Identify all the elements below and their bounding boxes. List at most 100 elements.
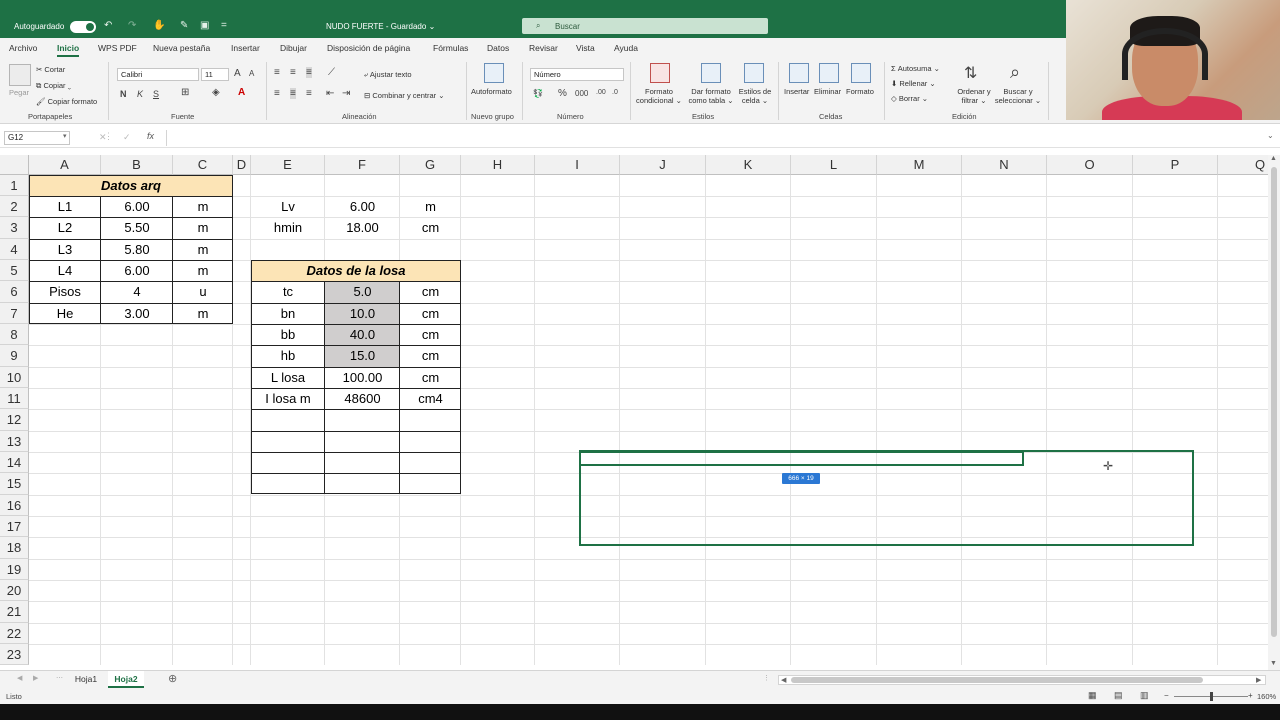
row-header-16[interactable]: 16 — [0, 495, 29, 516]
row-header-2[interactable]: 2 — [0, 196, 29, 217]
cell-styles-button[interactable]: Estilos de celda ⌄ — [737, 87, 773, 105]
grow-font-icon[interactable]: A — [234, 68, 241, 79]
cell-styles-icon[interactable] — [744, 63, 764, 83]
column-header-o[interactable]: O — [1047, 155, 1133, 175]
customize-qat-icon[interactable]: = — [221, 20, 227, 31]
expand-formula-icon[interactable]: ⌄ — [1267, 131, 1274, 140]
insert-function-button[interactable]: fx — [147, 131, 154, 141]
select-all-corner[interactable] — [0, 155, 29, 175]
accounting-format-icon[interactable]: 💱 — [533, 89, 543, 98]
enter-icon[interactable]: ✓ — [123, 132, 131, 143]
table-cell[interactable]: 6.00 — [101, 260, 173, 281]
paste-button[interactable]: Pegar — [9, 88, 29, 97]
draw-icon[interactable]: ✎ — [180, 20, 188, 31]
underline-button[interactable]: S — [153, 89, 159, 99]
table-cell[interactable]: cm — [400, 345, 461, 366]
table-cell[interactable]: L2 — [29, 217, 101, 238]
align-right-icon[interactable]: ≡ — [306, 88, 312, 99]
decrease-decimal-icon[interactable]: .0 — [612, 89, 618, 96]
table-cell[interactable]: 3.00 — [101, 303, 173, 324]
table-cell[interactable]: cm — [400, 217, 461, 238]
row-header-9[interactable]: 9 — [0, 345, 29, 367]
format-as-table-icon[interactable] — [701, 63, 721, 83]
font-name-combo[interactable]: Calibri — [117, 68, 199, 81]
autoformat-button[interactable]: Autoformato — [471, 87, 512, 96]
table-cell[interactable]: m — [173, 260, 233, 281]
column-header-p[interactable]: P — [1133, 155, 1218, 175]
conditional-format-button[interactable]: Formato condicional ⌄ — [636, 87, 682, 105]
hscrollbar-thumb[interactable] — [791, 677, 1203, 683]
column-header-e[interactable]: E — [251, 155, 325, 175]
table-cell[interactable]: 6.00 — [101, 196, 173, 217]
italic-button[interactable]: K — [137, 89, 143, 99]
table-cell[interactable]: I losa m — [251, 388, 325, 409]
format-cells-button[interactable]: Formato — [846, 87, 874, 96]
search-box[interactable]: ⌕ Buscar — [522, 18, 768, 34]
row-header-3[interactable]: 3 — [0, 217, 29, 239]
table-cell[interactable]: Lv — [251, 196, 325, 217]
table-cell[interactable]: cm4 — [400, 388, 461, 409]
insert-cells-icon[interactable] — [789, 63, 809, 83]
row-header-15[interactable]: 15 — [0, 473, 29, 495]
clear-button[interactable]: ◇ Borrar ⌄ — [891, 94, 928, 103]
menu-wps-pdf[interactable]: WPS PDF — [98, 43, 137, 53]
scroll-left-icon[interactable]: ◀ — [781, 676, 786, 684]
delete-cells-icon[interactable] — [819, 63, 839, 83]
row-header-6[interactable]: 6 — [0, 281, 29, 303]
menu-insertar[interactable]: Insertar — [231, 43, 260, 53]
autosum-button[interactable]: Σ Autosuma ⌄ — [891, 64, 940, 73]
merge-center-button[interactable]: ⊟ Combinar y centrar ⌄ — [364, 91, 445, 100]
table-cell[interactable]: tc — [251, 281, 325, 302]
font-size-combo[interactable]: 11 — [201, 68, 229, 81]
align-middle-icon[interactable]: ≡ — [290, 67, 296, 78]
table-cell[interactable]: m — [173, 239, 233, 260]
row-header-20[interactable]: 20 — [0, 580, 29, 601]
conditional-format-icon[interactable] — [650, 63, 670, 83]
column-header-k[interactable]: K — [706, 155, 791, 175]
orientation-icon[interactable]: ⟋ — [328, 67, 335, 78]
normal-view-icon[interactable]: ▦ — [1088, 690, 1097, 701]
row-header-12[interactable]: 12 — [0, 409, 29, 431]
sheet-tab-hoja2[interactable]: Hoja2 — [108, 671, 144, 688]
table-cell[interactable]: m — [400, 196, 461, 217]
autoformat-icon[interactable] — [484, 63, 504, 83]
row-header-5[interactable]: 5 — [0, 260, 29, 281]
column-header-j[interactable]: J — [620, 155, 706, 175]
drawn-rectangle-shape-top[interactable] — [579, 451, 1024, 466]
menu-inicio[interactable]: Inicio — [57, 43, 80, 57]
table-cell[interactable]: bn — [251, 303, 325, 324]
namebox-dropdown-icon[interactable]: ▾ — [63, 132, 67, 140]
scroll-right-icon[interactable]: ▶ — [1256, 676, 1261, 684]
table-cell[interactable]: L4 — [29, 260, 101, 281]
horizontal-scrollbar[interactable]: ◀ ▶ — [778, 675, 1266, 685]
borders-icon[interactable]: ⊞ — [181, 87, 189, 98]
table-cell[interactable]: He — [29, 303, 101, 324]
zoom-out-icon[interactable]: − — [1164, 691, 1169, 700]
bold-button[interactable]: N — [120, 89, 127, 99]
shrink-font-icon[interactable]: A — [249, 69, 254, 78]
table-cell[interactable]: 5.0 — [325, 281, 400, 302]
table-cell[interactable]: m — [173, 217, 233, 238]
menu-ayuda[interactable]: Ayuda — [614, 43, 638, 53]
table-cell[interactable]: 6.00 — [325, 196, 400, 217]
menu-nueva-pestana[interactable]: Nueva pestaña — [153, 43, 210, 53]
row-header-4[interactable]: 4 — [0, 239, 29, 260]
column-header-i[interactable]: I — [535, 155, 620, 175]
table-cell[interactable]: 18.00 — [325, 217, 400, 238]
tabs-split-icon[interactable]: ⋮ — [763, 674, 770, 682]
formula-input[interactable] — [170, 131, 1260, 145]
decrease-indent-icon[interactable]: ⇤ — [326, 88, 334, 99]
menu-archivo[interactable]: Archivo — [9, 43, 37, 53]
font-color-icon[interactable]: A — [238, 87, 245, 98]
touch-mode-icon[interactable]: ✋ — [153, 20, 165, 31]
screenshot-icon[interactable]: ▣ — [200, 20, 209, 31]
column-header-c[interactable]: C — [173, 155, 233, 175]
table-cell[interactable]: 4 — [101, 281, 173, 302]
add-sheet-icon[interactable]: ⊕ — [168, 672, 177, 685]
table-cell[interactable]: cm — [400, 367, 461, 388]
table-cell[interactable]: 40.0 — [325, 324, 400, 345]
wrap-text-button[interactable]: ⤶ Ajustar texto — [364, 70, 412, 80]
spreadsheet-grid[interactable]: A B C D E F G H I J K L M N O P Q 1 2 3 … — [0, 155, 1268, 665]
scroll-down-icon[interactable]: ▼ — [1270, 660, 1277, 667]
prev-sheet-icon[interactable]: ◀ — [17, 674, 22, 682]
